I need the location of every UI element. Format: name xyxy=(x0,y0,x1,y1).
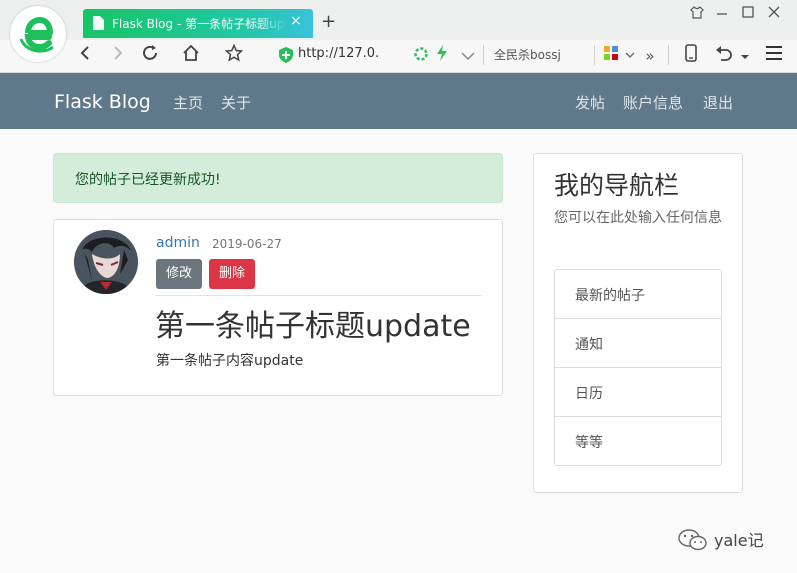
forward-icon[interactable] xyxy=(106,44,130,68)
nav-link-new-post[interactable]: 发帖 xyxy=(575,92,605,113)
nav-link-home[interactable]: 主页 xyxy=(173,92,203,113)
sidebar-item-label: 日历 xyxy=(575,386,603,402)
minimize-icon[interactable] xyxy=(713,6,731,24)
sidebar: 我的导航栏 您可以在此处输入任何信息 最新的帖子 通知 日历 等等 xyxy=(533,153,743,493)
page-content: 您的帖子已经更新成功! admin 2019-06-27 修改 删除 第一条帖子… xyxy=(0,129,797,573)
document-icon xyxy=(93,16,104,30)
more-chevron-icon[interactable]: » xyxy=(638,44,662,68)
post-card: admin 2019-06-27 修改 删除 第一条帖子标题update 第一条… xyxy=(53,219,503,396)
sidebar-item-label: 通知 xyxy=(575,337,603,353)
toolbar-divider xyxy=(668,45,669,65)
edit-post-button[interactable]: 修改 xyxy=(156,259,202,289)
menu-icon[interactable] xyxy=(762,44,786,68)
search-box[interactable]: 全民杀bossj xyxy=(494,46,589,63)
mobile-device-icon[interactable] xyxy=(679,44,703,68)
sidebar-item-notifications[interactable]: 通知 xyxy=(555,318,721,367)
post-divider xyxy=(156,295,482,296)
back-icon[interactable] xyxy=(73,44,97,68)
success-alert: 您的帖子已经更新成功! xyxy=(53,153,503,203)
lightning-icon[interactable] xyxy=(430,44,454,68)
address-dropdown-icon[interactable] xyxy=(456,44,480,68)
undo-dropdown-icon[interactable] xyxy=(733,44,757,68)
sidebar-item-calendar[interactable]: 日历 xyxy=(555,367,721,416)
post-title: 第一条帖子标题update xyxy=(155,309,471,344)
toolbar-divider xyxy=(483,45,484,65)
nav-link-about[interactable]: 关于 xyxy=(221,92,251,113)
close-window-icon[interactable] xyxy=(765,6,783,24)
sidebar-description: 您可以在此处输入任何信息 xyxy=(554,210,722,226)
toolbar-divider xyxy=(594,45,595,65)
sidebar-list: 最新的帖子 通知 日历 等等 xyxy=(554,269,722,466)
nav-link-logout[interactable]: 退出 xyxy=(703,92,733,113)
sidebar-item-etc[interactable]: 等等 xyxy=(555,416,721,465)
post-content: 第一条帖子内容update xyxy=(156,353,304,369)
brand-logo-link[interactable]: Flask Blog xyxy=(54,91,151,113)
home-icon[interactable] xyxy=(179,44,203,68)
sidebar-item-label: 等等 xyxy=(575,435,603,451)
sidebar-item-latest-posts[interactable]: 最新的帖子 xyxy=(555,270,721,318)
browser-toolbar: http://127.0.0.1:5 xyxy=(0,40,797,73)
maximize-icon[interactable] xyxy=(739,6,757,24)
post-author-link[interactable]: admin xyxy=(156,235,200,251)
refresh-icon[interactable] xyxy=(138,44,162,68)
wechat-icon xyxy=(678,529,707,551)
nav-link-account[interactable]: 账户信息 xyxy=(623,92,683,113)
browser-logo xyxy=(10,6,66,62)
browser-tab-active[interactable]: Flask Blog - 第一条帖子标题update × xyxy=(83,9,313,38)
avatar[interactable] xyxy=(74,230,138,294)
new-tab-button[interactable]: + xyxy=(321,11,336,32)
post-date: 2019-06-27 xyxy=(212,237,282,251)
browser-tab-bar: Flask Blog - 第一条帖子标题update × + xyxy=(0,0,797,40)
favorite-star-icon[interactable] xyxy=(222,43,246,68)
tab-title: Flask Blog - 第一条帖子标题update xyxy=(112,17,287,31)
sidebar-item-label: 最新的帖子 xyxy=(575,288,645,304)
security-shield-icon xyxy=(279,47,293,63)
alert-message: 您的帖子已经更新成功! xyxy=(75,172,221,188)
tab-close-icon[interactable]: × xyxy=(290,13,302,29)
url-text[interactable]: http://127.0.0.1:5 xyxy=(298,46,378,61)
delete-post-button[interactable]: 删除 xyxy=(209,259,255,289)
sidebar-title: 我的导航栏 xyxy=(554,171,680,200)
watermark-text: yale记 xyxy=(714,531,764,550)
site-navbar: Flask Blog 主页 关于 发帖 账户信息 退出 xyxy=(0,73,797,129)
skin-icon[interactable] xyxy=(688,6,706,24)
